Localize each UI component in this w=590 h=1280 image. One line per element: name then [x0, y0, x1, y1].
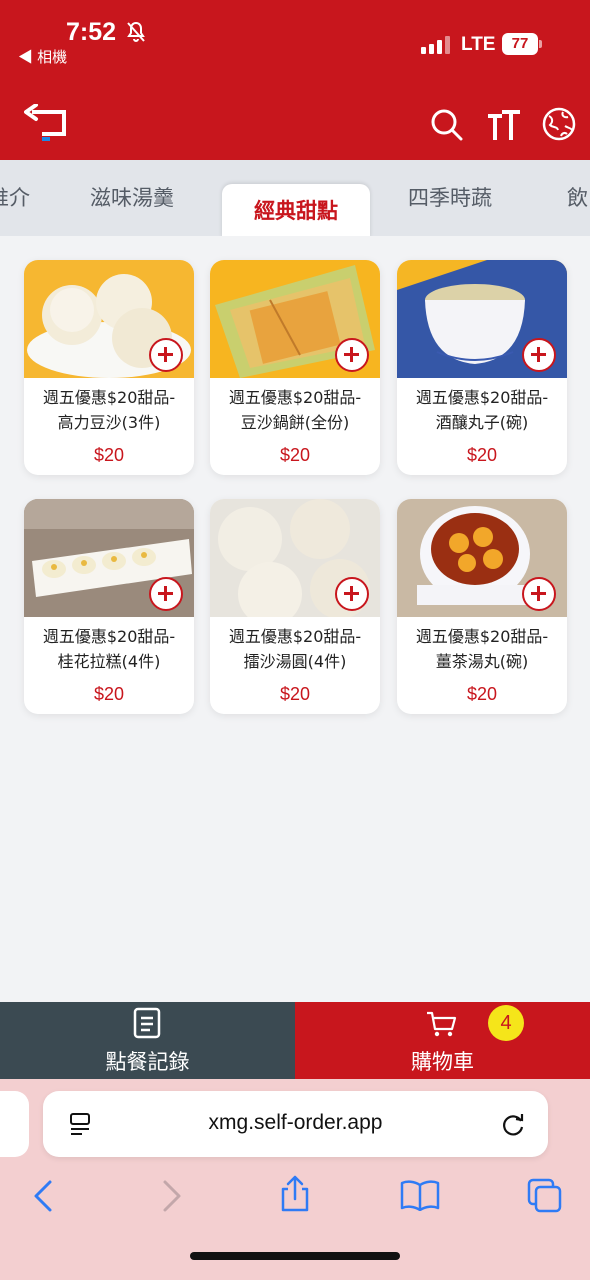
product-name-line2: 高力豆沙(3件) — [57, 413, 161, 432]
order-history-label: 點餐記錄 — [105, 1050, 190, 1074]
product-name-line2: 擂沙湯圓(4件) — [243, 652, 347, 671]
app-header: 7:52 ◀ 相機 LTE 77 — [0, 0, 590, 160]
product-name-line1: 週五優惠$20甜品- — [228, 627, 362, 646]
previous-tab-preview[interactable] — [0, 1091, 29, 1157]
bell-muted-icon — [127, 21, 145, 42]
cart-button[interactable]: 4 購物車 — [295, 1002, 590, 1079]
product-name-line1: 週五優惠$20甜品- — [42, 627, 176, 646]
tab-recommended[interactable]: 推介 — [0, 182, 30, 212]
status-time: 7:52 — [66, 18, 117, 46]
product-name-line2: 豆沙鍋餅(全份) — [240, 413, 350, 432]
product-card[interactable]: 週五優惠$20甜品- 桂花拉糕(4件) $20 — [24, 499, 194, 714]
product-price: $20 — [279, 684, 311, 704]
browser-forward-icon[interactable] — [161, 1179, 183, 1213]
cart-label: 購物車 — [411, 1050, 474, 1074]
add-to-cart-button[interactable] — [335, 338, 369, 372]
cart-icon — [427, 1011, 457, 1037]
browser-toolbar: xmg.self-order.app — [0, 1079, 590, 1280]
address-bar[interactable]: xmg.self-order.app — [43, 1091, 548, 1157]
tab-desserts-label: 經典甜點 — [254, 199, 338, 223]
cellular-signal-icon — [421, 36, 450, 54]
document-icon — [133, 1007, 161, 1039]
category-tabs: 推介 滋味湯羹 經典甜點 四季時蔬 飲 — [0, 160, 590, 236]
product-name-line2: 酒釀丸子(碗) — [435, 413, 529, 432]
share-icon[interactable] — [279, 1175, 311, 1213]
browser-back-icon[interactable] — [32, 1179, 54, 1213]
order-history-button[interactable]: 點餐記錄 — [0, 1002, 295, 1079]
product-price: $20 — [466, 445, 498, 465]
search-icon[interactable] — [430, 108, 464, 142]
battery-icon: 77 — [502, 33, 542, 55]
product-price: $20 — [466, 684, 498, 704]
url-text: xmg.self-order.app — [208, 1111, 383, 1134]
bookmarks-icon[interactable] — [400, 1179, 440, 1211]
bottom-action-bar: 點餐記錄 4 購物車 — [0, 1002, 590, 1079]
product-name-line1: 週五優惠$20甜品- — [228, 388, 362, 407]
product-name-line2: 桂花拉糕(4件) — [57, 652, 161, 671]
add-to-cart-button[interactable] — [522, 577, 556, 611]
add-to-cart-button[interactable] — [335, 577, 369, 611]
battery-level: 77 — [502, 33, 538, 55]
tab-desserts[interactable]: 經典甜點 — [222, 184, 370, 236]
add-to-cart-button[interactable] — [149, 577, 183, 611]
product-card[interactable]: 週五優惠$20甜品- 豆沙鍋餅(全份) $20 — [210, 260, 380, 475]
back-arrow-icon[interactable] — [24, 104, 70, 144]
product-name-line1: 週五優惠$20甜品- — [42, 388, 176, 407]
tabs-icon[interactable] — [526, 1177, 562, 1213]
product-name-line1: 週五優惠$20甜品- — [415, 627, 549, 646]
product-name-line1: 週五優惠$20甜品- — [415, 388, 549, 407]
product-price: $20 — [93, 684, 125, 704]
tab-drinks[interactable]: 飲 — [567, 182, 588, 212]
globe-icon[interactable] — [541, 106, 577, 142]
home-indicator — [190, 1252, 400, 1260]
cart-count-badge: 4 — [488, 1005, 524, 1041]
product-card[interactable]: 週五優惠$20甜品- 薑茶湯丸(碗) $20 — [397, 499, 567, 714]
product-card[interactable]: 週五優惠$20甜品- 高力豆沙(3件) $20 — [24, 260, 194, 475]
add-to-cart-button[interactable] — [149, 338, 183, 372]
tab-vegetables[interactable]: 四季時蔬 — [408, 182, 492, 212]
product-card[interactable]: 週五優惠$20甜品- 酒釀丸子(碗) $20 — [397, 260, 567, 475]
product-price: $20 — [93, 445, 125, 465]
product-name-line2: 薑茶湯丸(碗) — [435, 652, 529, 671]
network-type: LTE — [461, 34, 496, 55]
product-card[interactable]: 週五優惠$20甜品- 擂沙湯圓(4件) $20 — [210, 499, 380, 714]
tab-soups[interactable]: 滋味湯羹 — [90, 182, 174, 212]
font-size-icon[interactable] — [486, 108, 522, 142]
reload-icon[interactable] — [501, 1111, 527, 1137]
add-to-cart-button[interactable] — [522, 338, 556, 372]
product-price: $20 — [279, 445, 311, 465]
back-to-app-link[interactable]: ◀ 相機 — [18, 46, 67, 67]
